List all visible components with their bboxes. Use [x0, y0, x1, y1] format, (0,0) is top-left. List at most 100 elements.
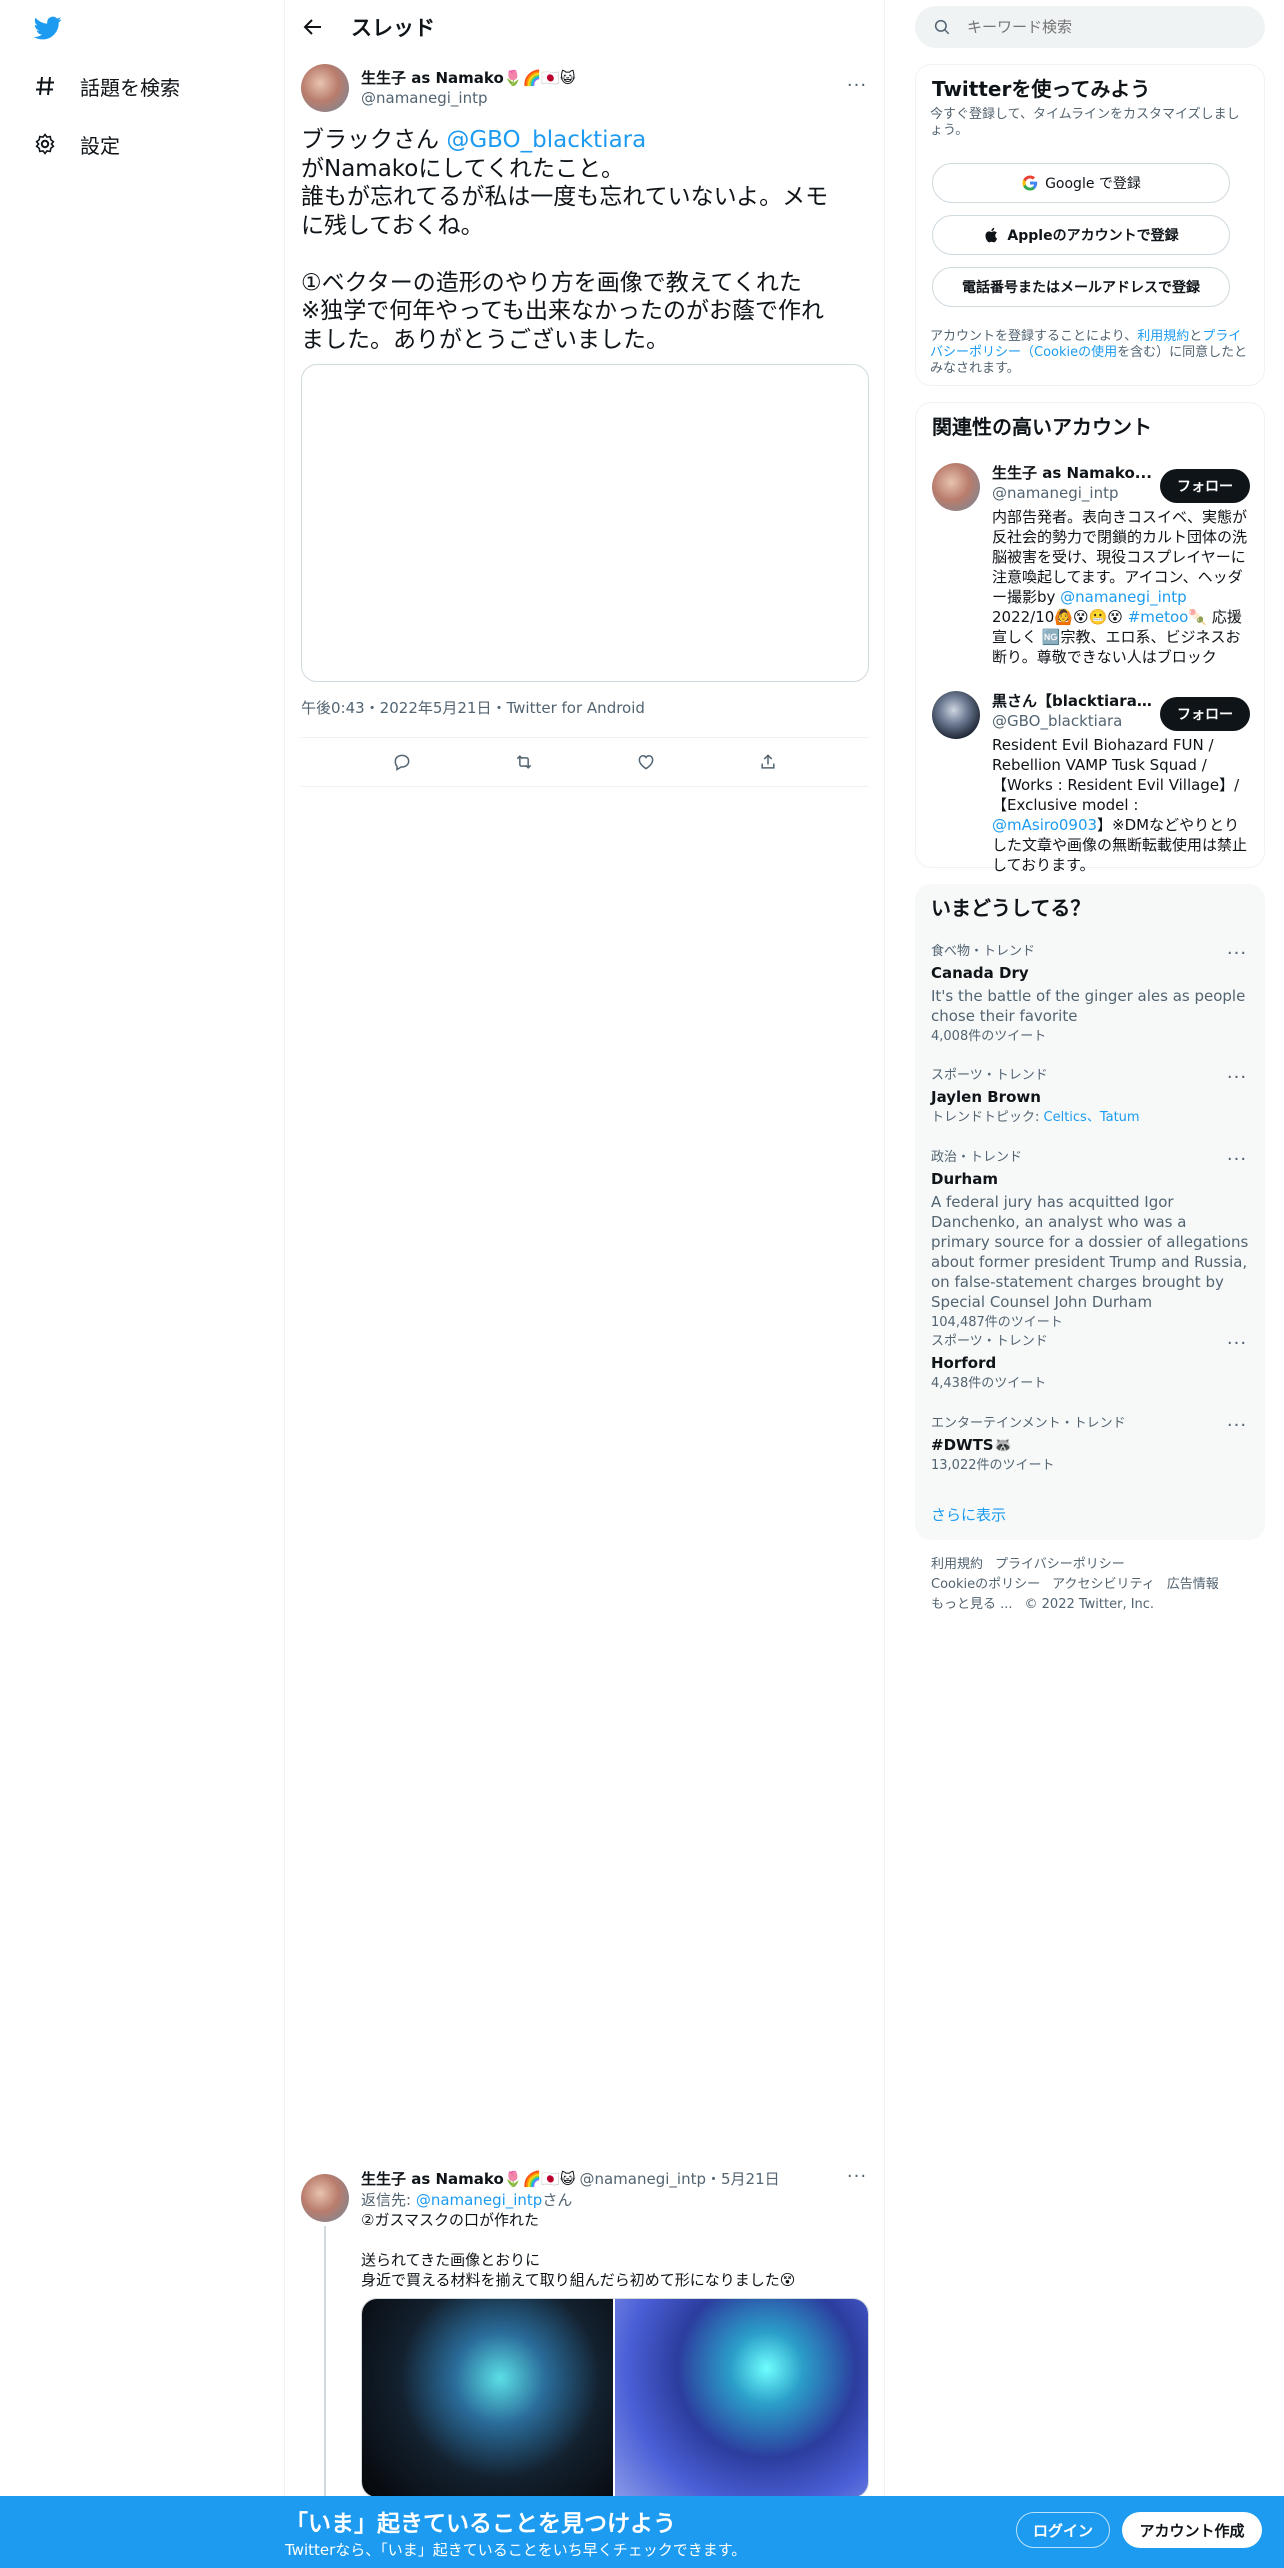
tweet-line	[301, 240, 869, 269]
trend-count: 104,487件のツイート	[931, 1315, 1063, 1330]
footer-terms[interactable]: 利用規約	[931, 1557, 983, 1572]
back-arrow-icon[interactable]	[301, 15, 325, 39]
search-bar[interactable]	[915, 6, 1265, 48]
footer-copyright: © 2022 Twitter, Inc.	[1024, 1597, 1155, 1612]
reply-to-prefix: 返信先:	[361, 2191, 416, 2209]
trend-item[interactable]: スポーツ・トレンド Jaylen Brown トレンドトピック: Celtics…	[931, 1068, 1249, 1126]
avatar[interactable]	[301, 64, 349, 112]
tweet-line-text: ブラックさん	[301, 127, 447, 153]
trend-item[interactable]: 食べ物・トレンド Canada Dry It's the battle of t…	[931, 944, 1249, 1045]
reply-text: ②ガスマスクの口が作れた 送られてきた画像とおりに 身近で買える材料を揃えて取り組ん…	[361, 2210, 869, 2290]
bottom-bar-title: 「いま」起きていることを見つけよう	[285, 2511, 676, 2537]
trend-name: Durham	[931, 1170, 998, 1188]
trends-panel: いまどうしてる？ 食べ物・トレンド Canada Dry It's the ba…	[915, 884, 1265, 1540]
more-options-icon[interactable]: ···	[1225, 1334, 1249, 1358]
mention-link[interactable]: @namanegi_intp	[416, 2191, 543, 2209]
trend-topics-prefix: トレンドトピック:	[931, 1110, 1044, 1125]
reply-author-handle[interactable]: @namanegi_intp	[579, 2169, 706, 2189]
reply-author-name[interactable]: 生生子 as Namako🌷🌈🇯🇵😺	[361, 2169, 575, 2189]
share-icon[interactable]	[756, 750, 780, 774]
signup-subtitle: 今すぐ登録して、タイムラインをカスタマイズしましょう。	[930, 107, 1240, 138]
trend-count: 13,022件のツイート	[931, 1458, 1055, 1473]
bio-link[interactable]: @mAsiro0903	[992, 816, 1097, 834]
trend-item[interactable]: スポーツ・トレンド Horford 4,438件のツイート ···	[931, 1334, 1249, 1392]
search-input[interactable]	[967, 18, 1227, 36]
gas-mask-photo-2[interactable]	[615, 2299, 868, 2497]
more-options-icon[interactable]: ···	[1225, 1150, 1249, 1174]
nav-settings-label: 設定	[80, 133, 120, 158]
tweet-media[interactable]	[301, 364, 869, 682]
more-options-icon[interactable]: ···	[845, 2167, 869, 2191]
signup-legal: アカウントを登録することにより、利用規約とプライバシーポリシー（Cookieの使…	[930, 329, 1250, 377]
signup-panel: Twitterを使ってみよう 今すぐ登録して、タイムラインをカスタマイズしましょ…	[915, 64, 1265, 386]
footer-links: 利用規約 プライバシーポリシー Cookieのポリシー アクセシビリティ 広告情報 も…	[931, 1555, 1251, 1615]
terms-link[interactable]: 利用規約	[1137, 329, 1189, 344]
create-account-button[interactable]: アカウント作成	[1122, 2512, 1262, 2548]
footer-privacy[interactable]: プライバシーポリシー	[995, 1557, 1125, 1572]
follow-button[interactable]: フォロー	[1160, 469, 1250, 503]
gear-icon	[32, 131, 58, 157]
login-button[interactable]: ログイン	[1016, 2512, 1110, 2548]
search-icon	[934, 19, 950, 35]
tweet-line: に残しておくね。	[301, 212, 484, 239]
bottom-bar-subtitle: Twitterなら、「いま」起きていることをいち早くチェックできます。	[285, 2541, 747, 2559]
reply-line	[361, 2230, 869, 2250]
footer-more[interactable]: もっと見る ...	[931, 1597, 1013, 1612]
legal-text: アカウントを登録することにより、	[930, 329, 1138, 344]
apple-signup-label: Appleのアカウントで登録	[1007, 228, 1179, 244]
hashtag-link[interactable]: #metoo	[1128, 608, 1189, 626]
twitter-logo-icon[interactable]	[32, 14, 64, 42]
tweet-author-handle[interactable]: @namanegi_intp	[361, 88, 845, 108]
trend-name: Jaylen Brown	[931, 1088, 1041, 1106]
account-name[interactable]: 生生子 as Namako...	[992, 463, 1152, 483]
avatar[interactable]	[932, 691, 980, 739]
thread-column: スレッド 生生子 as Namako🌷🌈🇯🇵😺 @namanegi_intp ·…	[285, 0, 885, 2568]
trend-item[interactable]: 政治・トレンド Durham A federal jury has acquit…	[931, 1150, 1249, 1331]
trend-topics-links[interactable]: Celtics、Tatum	[1044, 1110, 1140, 1125]
tweet-author-name[interactable]: 生生子 as Namako🌷🌈🇯🇵😺	[361, 68, 845, 88]
footer-accessibility[interactable]: アクセシビリティ	[1052, 1577, 1155, 1592]
tweet-actions	[301, 737, 869, 787]
phone-email-signup-button[interactable]: 電話番号またはメールアドレスで登録	[932, 267, 1230, 307]
bio-text: Resident Evil Biohazard FUN / Rebellion …	[992, 736, 1240, 814]
mention-link[interactable]: @GBO_blacktiara	[446, 127, 646, 153]
retweet-icon[interactable]	[512, 750, 536, 774]
trend-name: Horford	[931, 1354, 997, 1372]
apple-signup-button[interactable]: Appleのアカウントで登録	[932, 215, 1230, 255]
show-more-link[interactable]: さらに表示	[931, 1504, 1006, 1525]
google-signup-button[interactable]: Google で登録	[932, 163, 1230, 203]
bio-link[interactable]: @namanegi_intp	[1060, 588, 1187, 606]
trend-topics: トレンドトピック: Celtics、Tatum	[931, 1110, 1249, 1126]
google-signup-label: Google で登録	[1045, 176, 1141, 192]
phone-email-signup-label: 電話番号またはメールアドレスで登録	[962, 280, 1200, 296]
more-options-icon[interactable]: ···	[1225, 1068, 1249, 1092]
trend-name: Canada Dry	[931, 964, 1029, 982]
tweet-header: 生生子 as Namako🌷🌈🇯🇵😺 @namanegi_intp ···	[301, 64, 869, 112]
reply-line: 身近で買える材料を揃えて取り組んだら初めて形になりました😵	[361, 2271, 796, 2289]
trend-context: 政治・トレンド	[931, 1150, 1023, 1165]
tweet-line: ました。ありがとうございました。	[301, 326, 669, 353]
nav-settings[interactable]: 設定	[32, 124, 120, 164]
nav-explore[interactable]: 話題を検索	[32, 66, 180, 106]
avatar[interactable]	[301, 2174, 349, 2222]
page-title: スレッド	[351, 16, 435, 40]
account-name[interactable]: 黒さん【blacktiara st...	[992, 691, 1152, 711]
avatar[interactable]	[932, 463, 980, 511]
footer-cookie[interactable]: Cookieのポリシー	[931, 1577, 1040, 1592]
follow-button[interactable]: フォロー	[1160, 697, 1250, 731]
trend-item[interactable]: エンターテインメント・トレンド #DWTS🦝 13,022件のツイート ···	[931, 1416, 1249, 1474]
bio-text: 2022/10🙆😵😬😵	[992, 608, 1128, 626]
footer-ads[interactable]: 広告情報	[1167, 1577, 1219, 1592]
reply-icon[interactable]	[390, 750, 414, 774]
tweet-timestamp[interactable]: 午後0:43・2022年5月21日・Twitter for Android	[301, 698, 869, 736]
like-icon[interactable]	[634, 750, 658, 774]
more-options-icon[interactable]: ···	[1225, 1416, 1249, 1440]
apple-icon	[985, 227, 998, 243]
account-bio: Resident Evil Biohazard FUN / Rebellion …	[992, 735, 1250, 875]
more-options-icon[interactable]: ···	[1225, 944, 1249, 968]
related-accounts-panel: 関連性の高いアカウント 生生子 as Namako... @namanegi_i…	[915, 402, 1265, 874]
more-options-icon[interactable]: ···	[845, 76, 869, 100]
gas-mask-photo-1[interactable]	[362, 2299, 613, 2497]
reply-media[interactable]	[361, 2298, 869, 2498]
reply-date[interactable]: ・5月21日	[706, 2169, 780, 2189]
